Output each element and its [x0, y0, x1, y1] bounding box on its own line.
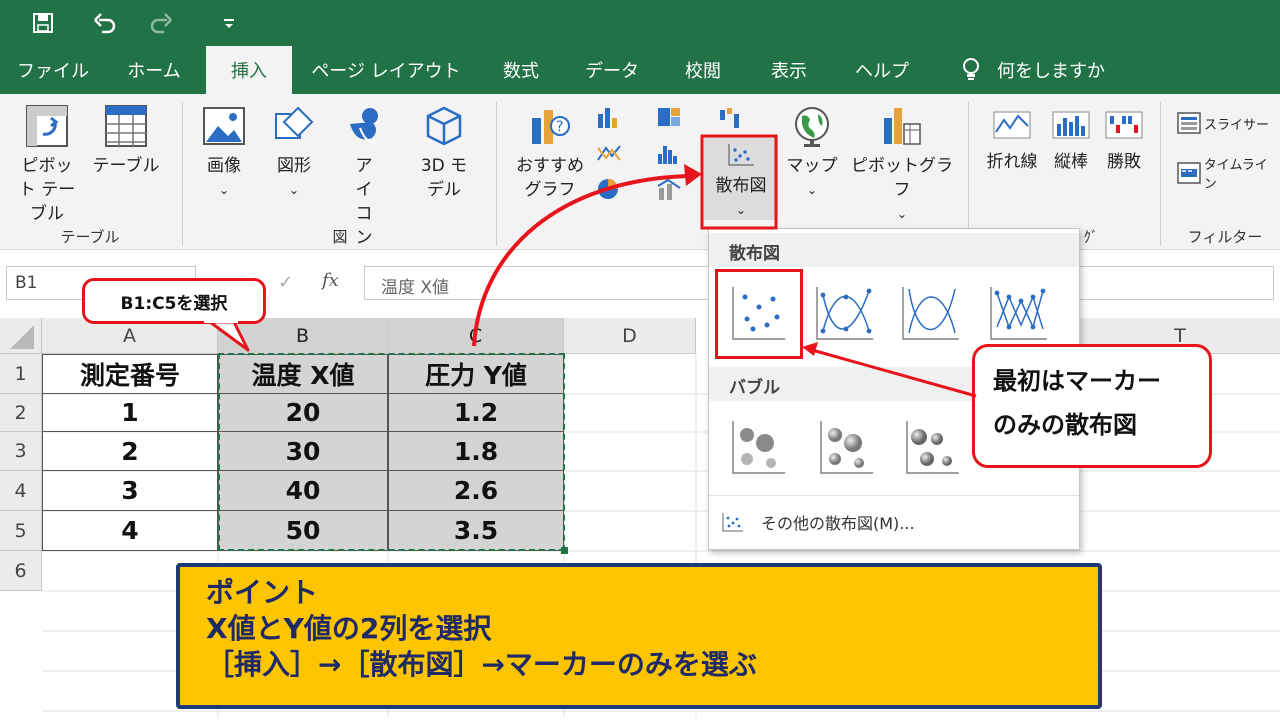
point-summary-box: ポイント X値とY値の2列を選択 ［挿入］→［散布図］→マーカーのみを選ぶ [176, 563, 1102, 709]
point-line-1: X値とY値の2列を選択 [206, 612, 492, 645]
point-title: ポイント [206, 576, 319, 609]
point-line-2: ［挿入］→［散布図］→マーカーのみを選ぶ [206, 648, 757, 681]
